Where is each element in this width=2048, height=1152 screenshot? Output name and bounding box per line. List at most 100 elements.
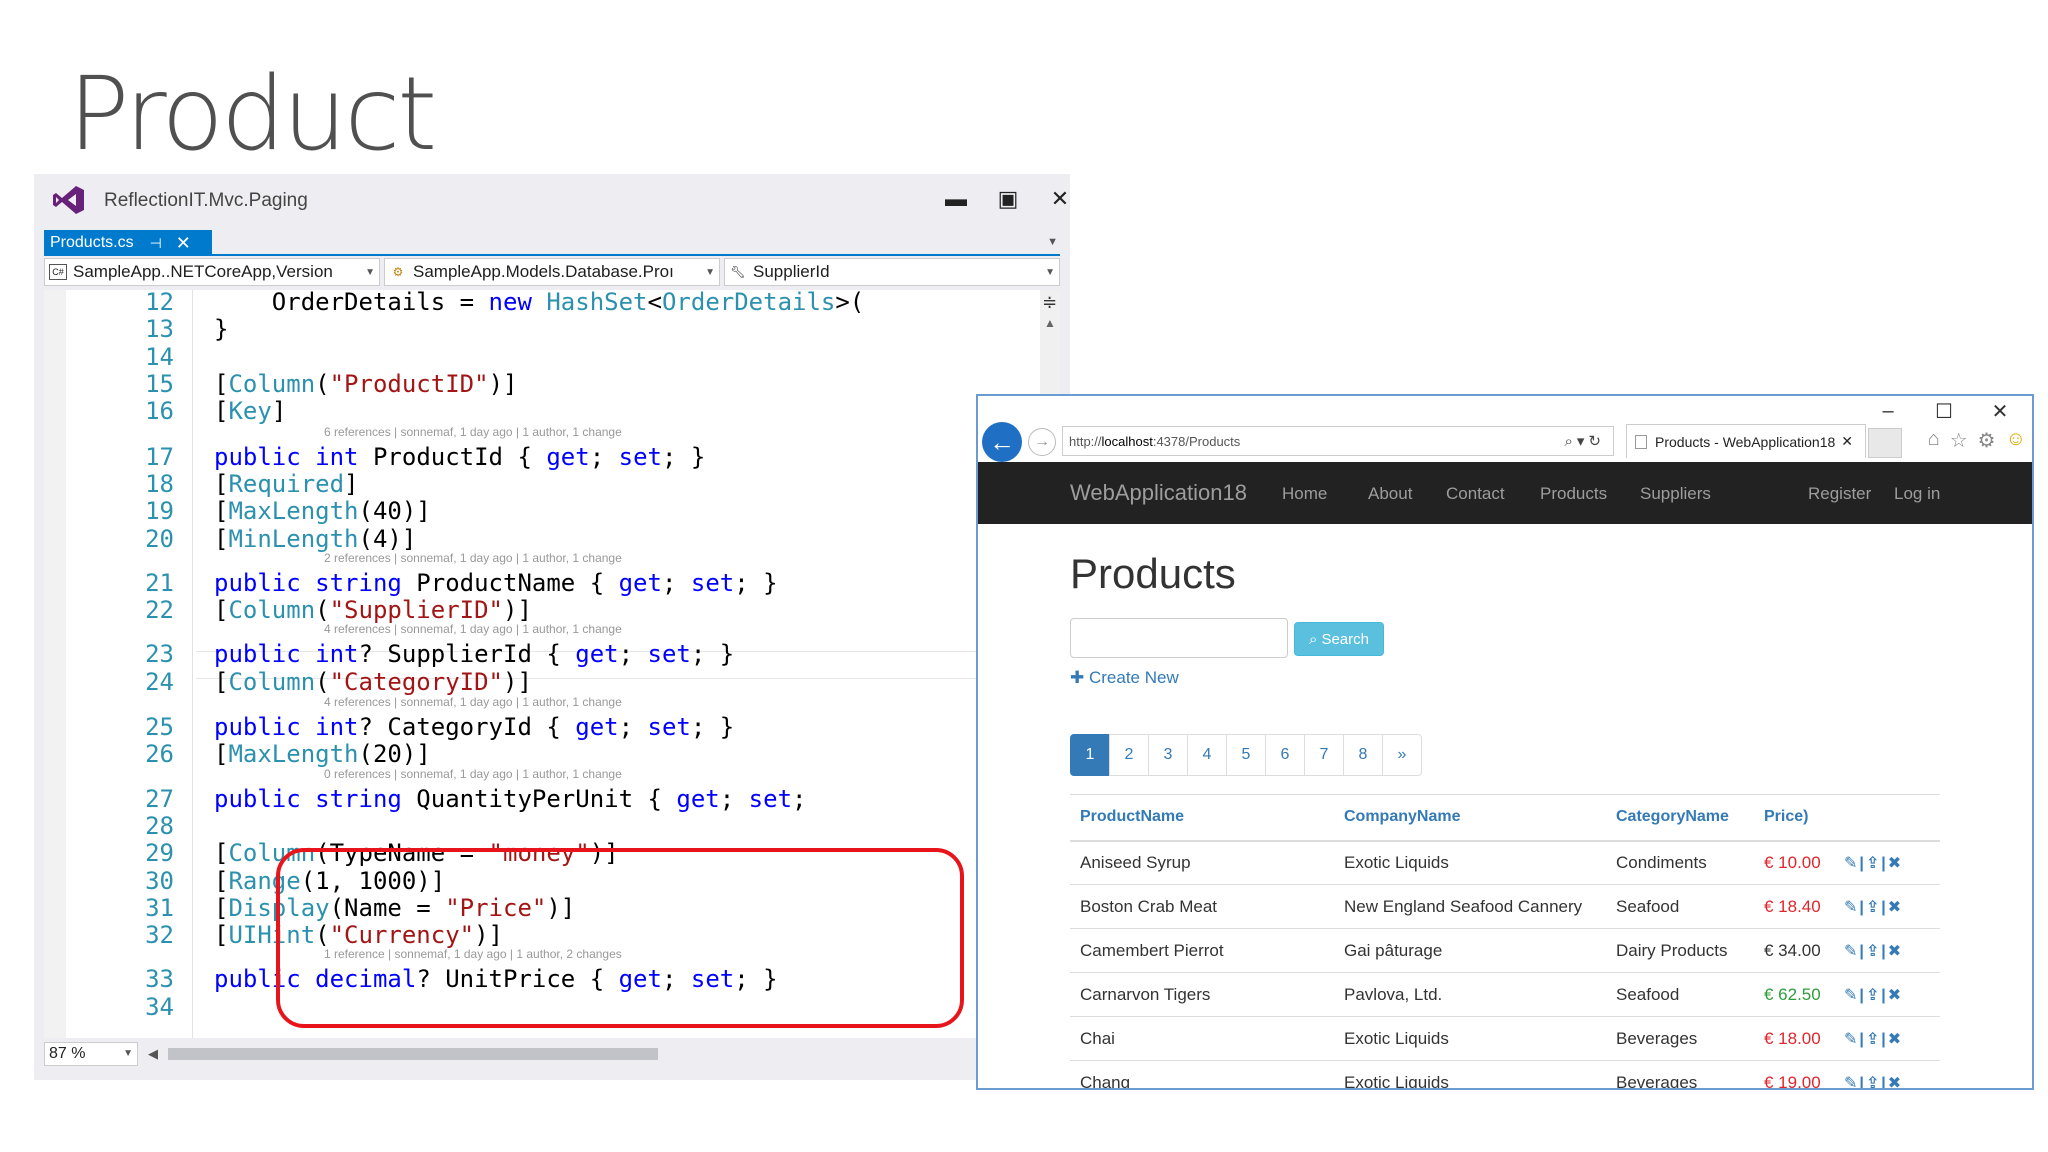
code-token: Column [228, 667, 316, 696]
browser-tab-title: Products - WebApplication18 [1655, 433, 1836, 450]
home-icon[interactable]: ⌂ [1928, 428, 1940, 453]
search-refresh-icons[interactable]: ⌕▾↻ [1565, 432, 1606, 450]
tab-list-dropdown-icon[interactable]: ▼ [1047, 236, 1058, 248]
scroll-up-icon[interactable]: ▲ [1044, 316, 1056, 330]
page-link[interactable]: 7 [1304, 734, 1344, 776]
details-upload-icon[interactable]: ⇪ [1866, 1075, 1881, 1088]
page-link[interactable]: 4 [1187, 734, 1227, 776]
code-line[interactable]: 23 public int? SupplierId { get; set; } [44, 640, 1044, 668]
code-line[interactable]: 22 [Column("SupplierID")] [44, 596, 1044, 624]
details-upload-icon[interactable]: ⇪ [1866, 899, 1881, 916]
code-line[interactable]: 13} [44, 315, 1044, 343]
details-upload-icon[interactable]: ⇪ [1866, 1031, 1881, 1048]
nav-link-home[interactable]: Home [1282, 484, 1327, 504]
code-line[interactable]: 14 [44, 343, 1044, 371]
edit-pencil-icon[interactable]: ✎ [1844, 1031, 1859, 1048]
close-tab-icon[interactable]: ✕ [1841, 433, 1853, 450]
page-link[interactable]: » [1382, 734, 1422, 776]
column-header-price[interactable]: Price) [1754, 794, 1834, 842]
price-cell: € 34.00 [1754, 928, 1834, 973]
code-line[interactable]: 18 [Required] [44, 470, 1044, 498]
split-handle-icon[interactable]: ≑ [1042, 292, 1057, 313]
code-line[interactable]: 19 [MaxLength(40)] [44, 497, 1044, 525]
search-button[interactable]: ⌕ Search [1294, 622, 1384, 656]
code-line[interactable]: 28 [44, 812, 1044, 840]
page-link[interactable]: 8 [1343, 734, 1383, 776]
edit-pencil-icon[interactable]: ✎ [1844, 855, 1859, 872]
close-button[interactable]: ✕ [1972, 400, 2028, 423]
delete-x-icon[interactable]: ✖ [1888, 943, 1903, 960]
nav-link-products[interactable]: Products [1540, 484, 1607, 504]
document-tab-bar: Products.cs ⊣ ✕ ▼ [44, 230, 1060, 256]
column-header-categoryname[interactable]: CategoryName [1606, 794, 1754, 842]
code-text: [Required] [214, 470, 359, 498]
site-brand-link[interactable]: WebApplication18 [1070, 480, 1247, 506]
close-button[interactable]: ✕ [1040, 180, 1080, 218]
pin-icon[interactable]: ⊣ [150, 235, 162, 252]
scroll-left-icon[interactable]: ◀ [148, 1046, 158, 1062]
horizontal-scrollbar-thumb[interactable] [168, 1048, 658, 1060]
edit-pencil-icon[interactable]: ✎ [1844, 899, 1859, 916]
column-header-companyname[interactable]: CompanyName [1334, 794, 1606, 842]
code-line[interactable]: 24 [Column("CategoryID")] [44, 668, 1044, 696]
delete-x-icon[interactable]: ✖ [1888, 987, 1903, 1004]
member-dropdown[interactable]: 🔧︎ SupplierId ▼ [724, 258, 1060, 286]
details-upload-icon[interactable]: ⇪ [1866, 987, 1881, 1004]
code-line[interactable]: 27 public string QuantityPerUnit { get; s… [44, 785, 1044, 813]
page-link[interactable]: 1 [1070, 734, 1110, 776]
settings-gear-icon[interactable]: ⚙ [1978, 428, 1996, 453]
codelens-info[interactable]: 0 references | sonnemaf, 1 day ago | 1 a… [324, 767, 622, 781]
maximize-button[interactable]: ▣ [988, 180, 1028, 218]
back-button[interactable]: ← [982, 422, 1022, 462]
code-line[interactable]: 20 [MinLength(4)] [44, 525, 1044, 553]
codelens-info[interactable]: 2 references | sonnemaf, 1 day ago | 1 a… [324, 551, 622, 565]
browser-tab-products[interactable]: Products - WebApplication18 ✕ [1626, 424, 1866, 458]
code-line[interactable]: 26 [MaxLength(20)] [44, 740, 1044, 768]
column-header-productname[interactable]: ProductName [1070, 794, 1334, 842]
edit-pencil-icon[interactable]: ✎ [1844, 943, 1859, 960]
smiley-feedback-icon[interactable]: ☺ [2006, 428, 2026, 453]
page-link[interactable]: 2 [1109, 734, 1149, 776]
code-line[interactable]: 15 [Column("ProductID")] [44, 370, 1044, 398]
favorites-star-icon[interactable]: ☆ [1950, 428, 1968, 453]
edit-pencil-icon[interactable]: ✎ [1844, 1075, 1859, 1088]
code-text: OrderDetails = new HashSet<OrderDetails>… [214, 290, 864, 316]
nav-link-about[interactable]: About [1368, 484, 1412, 504]
codelens-info[interactable]: 4 references | sonnemaf, 1 day ago | 1 a… [324, 695, 622, 709]
forward-button[interactable]: → [1028, 428, 1056, 456]
maximize-button[interactable]: ☐ [1916, 400, 1972, 423]
code-line[interactable]: 17 public int ProductId { get; set; } [44, 443, 1044, 471]
class-dropdown[interactable]: ⚙ SampleApp.Models.Database.Proı ▼ [384, 258, 720, 286]
search-input[interactable] [1070, 618, 1288, 658]
delete-x-icon[interactable]: ✖ [1888, 855, 1903, 872]
zoom-dropdown[interactable]: 87 % ▼ [44, 1042, 138, 1066]
minimize-button[interactable]: ▬ [936, 180, 976, 218]
close-tab-icon[interactable]: ✕ [176, 233, 191, 254]
create-new-link[interactable]: ✚ Create New [1070, 668, 1179, 688]
page-link[interactable]: 3 [1148, 734, 1188, 776]
line-number: 23 [145, 640, 174, 669]
code-line[interactable]: 25 public int? CategoryId { get; set; } [44, 713, 1044, 741]
code-line[interactable]: 12 OrderDetails = new HashSet<OrderDetai… [44, 290, 1044, 316]
details-upload-icon[interactable]: ⇪ [1866, 855, 1881, 872]
nav-link-contact[interactable]: Contact [1446, 484, 1505, 504]
nav-link-login[interactable]: Log in [1894, 484, 1940, 504]
edit-pencil-icon[interactable]: ✎ [1844, 987, 1859, 1004]
page-link[interactable]: 5 [1226, 734, 1266, 776]
codelens-info[interactable]: 4 references | sonnemaf, 1 day ago | 1 a… [324, 622, 622, 636]
nav-link-suppliers[interactable]: Suppliers [1640, 484, 1711, 504]
delete-x-icon[interactable]: ✖ [1888, 1075, 1903, 1088]
code-line[interactable]: 21 public string ProductName { get; set; … [44, 569, 1044, 597]
details-upload-icon[interactable]: ⇪ [1866, 943, 1881, 960]
codelens-info[interactable]: 6 references | sonnemaf, 1 day ago | 1 a… [324, 425, 622, 439]
page-link[interactable]: 6 [1265, 734, 1305, 776]
address-bar[interactable]: http://localhost:4378/Products ⌕▾↻ [1062, 426, 1614, 456]
delete-x-icon[interactable]: ✖ [1888, 1031, 1903, 1048]
delete-x-icon[interactable]: ✖ [1888, 899, 1903, 916]
minimize-button[interactable]: – [1860, 400, 1916, 422]
code-line[interactable]: 16 [Key] [44, 397, 1044, 425]
nav-link-register[interactable]: Register [1808, 484, 1871, 504]
new-tab-button[interactable] [1868, 428, 1902, 458]
tab-products-cs[interactable]: Products.cs ⊣ ✕ [44, 230, 212, 256]
project-dropdown[interactable]: C# SampleApp..NETCoreApp,Version ▼ [44, 258, 380, 286]
